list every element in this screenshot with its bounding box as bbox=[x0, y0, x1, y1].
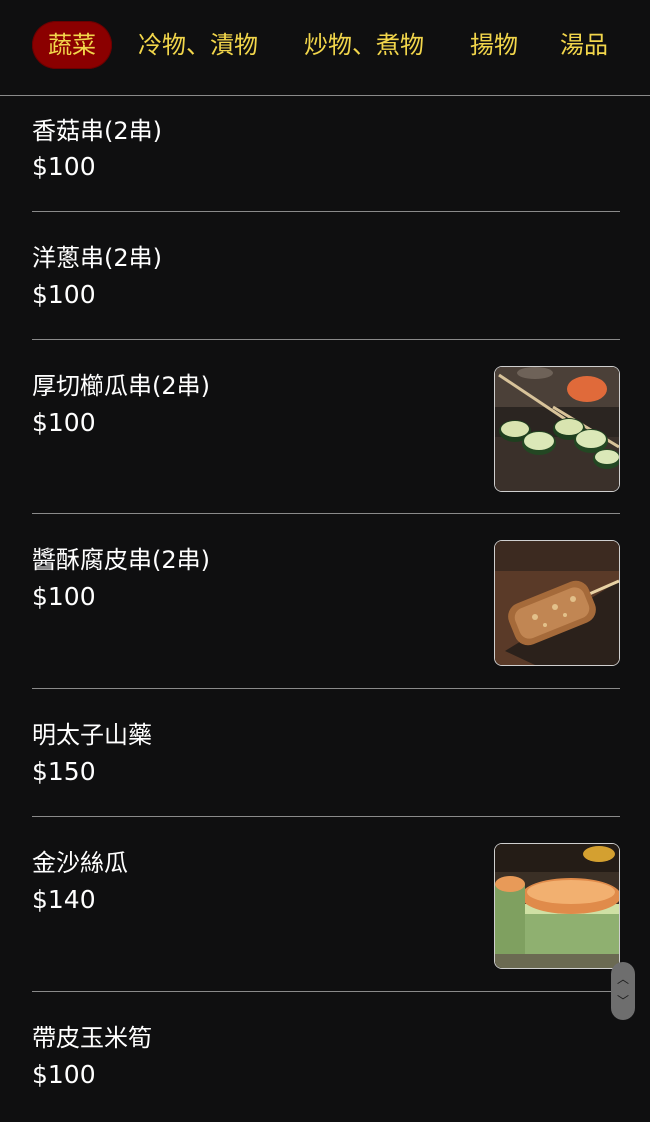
tab-stir-fried-simmered[interactable]: 炒物、煮物 bbox=[304, 21, 424, 69]
menu-item[interactable]: 明太子山藥 $150 bbox=[32, 689, 620, 817]
item-price: $100 bbox=[32, 152, 96, 181]
item-price: $100 bbox=[32, 280, 96, 309]
tab-vegetables[interactable]: 蔬菜 bbox=[32, 21, 112, 69]
tofu-skin-skewer-photo[interactable] bbox=[494, 540, 620, 666]
menu-list: 香菇串(2串) $100 洋蔥串(2串) $100 厚切櫛瓜串(2串) $100 bbox=[32, 96, 620, 1122]
tab-soups[interactable]: 湯品 bbox=[560, 21, 608, 69]
item-price: $150 bbox=[32, 757, 96, 786]
menu-item[interactable]: 金沙絲瓜 $140 bbox=[32, 817, 620, 992]
item-name: 洋蔥串(2串) bbox=[32, 244, 162, 272]
menu-item[interactable]: 香菇串(2串) $100 bbox=[32, 96, 620, 212]
menu-item[interactable]: 醬酥腐皮串(2串) $100 bbox=[32, 514, 620, 689]
luffa-photo[interactable] bbox=[494, 843, 620, 969]
item-name: 帶皮玉米筍 bbox=[32, 1024, 152, 1052]
item-name: 金沙絲瓜 bbox=[32, 849, 128, 877]
item-name: 醬酥腐皮串(2串) bbox=[32, 546, 210, 574]
scroll-control[interactable]: ︿ ﹀ bbox=[611, 962, 635, 1020]
item-price: $100 bbox=[32, 582, 96, 611]
item-price: $140 bbox=[32, 885, 96, 914]
chevron-down-icon[interactable]: ﹀ bbox=[611, 994, 635, 1008]
tab-fried[interactable]: 揚物 bbox=[470, 21, 518, 69]
zucchini-skewer-photo[interactable] bbox=[494, 366, 620, 492]
item-price: $100 bbox=[32, 1060, 96, 1089]
item-name: 明太子山藥 bbox=[32, 721, 152, 749]
item-name: 香菇串(2串) bbox=[32, 117, 162, 145]
item-name: 厚切櫛瓜串(2串) bbox=[32, 372, 210, 400]
tab-cold-pickled[interactable]: 冷物、漬物 bbox=[138, 21, 258, 69]
item-price: $100 bbox=[32, 408, 96, 437]
menu-item[interactable]: 洋蔥串(2串) $100 bbox=[32, 212, 620, 340]
menu-item[interactable]: 厚切櫛瓜串(2串) $100 bbox=[32, 340, 620, 514]
chevron-up-icon[interactable]: ︿ bbox=[611, 972, 635, 986]
category-tabs: 蔬菜 冷物、漬物 炒物、煮物 揚物 湯品 bbox=[0, 0, 650, 96]
